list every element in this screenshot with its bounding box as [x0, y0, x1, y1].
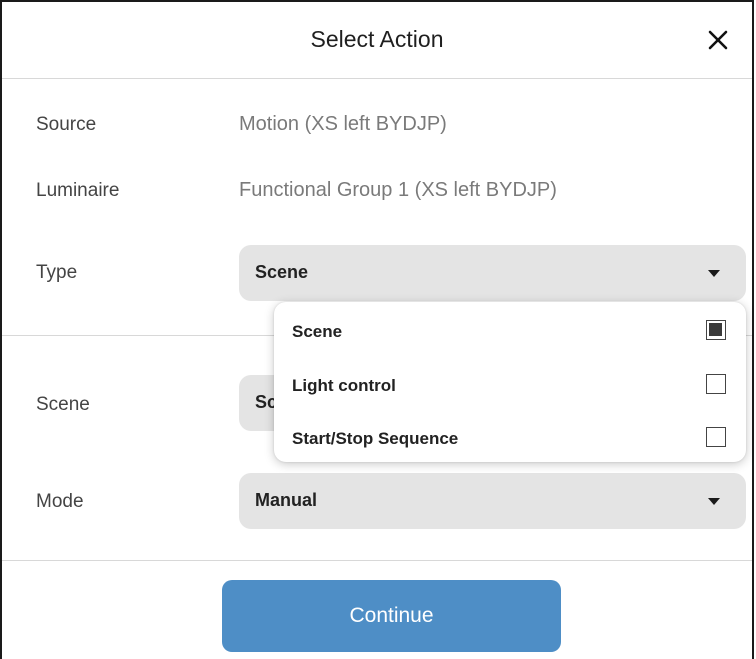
mode-select-value: Manual [255, 490, 318, 510]
close-icon [708, 30, 728, 50]
dropdown-option-label: Light control [292, 376, 396, 395]
luminaire-value: Functional Group 1 (XS left BYDJP) [239, 179, 557, 201]
mode-select[interactable]: Manual [239, 473, 746, 529]
type-dropdown-menu: Scene Light control Start/Stop Sequence [274, 302, 746, 462]
continue-button[interactable]: Continue [222, 580, 561, 652]
dropdown-option-start-stop-sequence[interactable]: Start/Stop Sequence [274, 413, 746, 467]
checkbox-unchecked-icon[interactable] [706, 427, 726, 447]
source-value: Motion (XS left BYDJP) [239, 113, 447, 135]
footer-divider [2, 560, 752, 561]
luminaire-label: Luminaire [36, 180, 120, 201]
mode-label: Mode [36, 491, 84, 512]
select-action-dialog: Select Action Source Motion (XS left BYD… [0, 0, 754, 659]
chevron-down-icon [708, 498, 720, 505]
chevron-down-icon [708, 270, 720, 277]
dropdown-option-scene[interactable]: Scene [274, 306, 746, 360]
dropdown-option-light-control[interactable]: Light control [274, 360, 746, 414]
type-select[interactable]: Scene [239, 245, 746, 301]
checkbox-checked-icon[interactable] [706, 320, 726, 340]
type-label: Type [36, 262, 78, 283]
type-select-value: Scene [255, 262, 309, 282]
scene-label: Scene [36, 394, 90, 415]
dropdown-option-label: Scene [292, 322, 343, 341]
dialog-title: Select Action [310, 26, 444, 52]
dropdown-option-label: Start/Stop Sequence [292, 429, 459, 448]
dialog-header: Select Action [2, 2, 752, 79]
source-label: Source [36, 114, 97, 135]
close-button[interactable] [704, 26, 732, 54]
checkbox-unchecked-icon[interactable] [706, 374, 726, 394]
